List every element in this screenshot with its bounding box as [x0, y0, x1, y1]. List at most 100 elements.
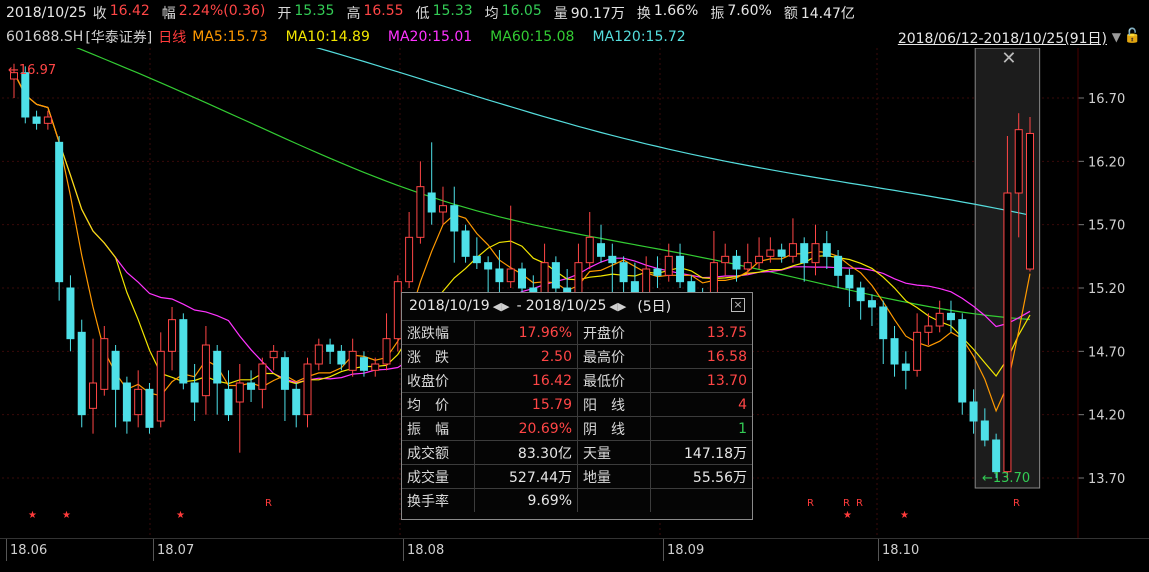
end-step-icon[interactable]: ◀▶ [609, 300, 626, 313]
signal-marker: R [807, 498, 814, 509]
candle-body [845, 274, 854, 289]
stats-key: 涨跌幅 [402, 320, 475, 345]
popup-header: 2018/10/19 ◀▶ - 2018/10/25 ◀▶ (5日) [409, 298, 672, 315]
candle-body [800, 243, 809, 264]
stats-key: 最低价 [577, 368, 651, 393]
stats-key: 振 幅 [402, 416, 475, 441]
stats-row: 涨 跌 2.50 最高价 16.58 [402, 344, 752, 369]
candle-body [190, 382, 199, 403]
stats-key: 换手率 [402, 488, 475, 512]
candle-body [642, 268, 651, 295]
candle-body [314, 344, 323, 365]
candle-body [924, 325, 933, 333]
candle-body [935, 312, 944, 327]
candle-body [427, 192, 436, 213]
candle-body [359, 357, 368, 371]
stats-key: 涨 跌 [402, 344, 475, 369]
candle-body [438, 205, 447, 213]
candle-body [1014, 129, 1023, 194]
low-value: 15.33 [432, 3, 473, 19]
y-tick-label: 14.70 [1088, 345, 1125, 360]
amplitude-value: 7.60% [727, 3, 772, 19]
candle-body [879, 306, 888, 340]
candle-body [834, 255, 843, 276]
signal-marker: ★ [28, 510, 37, 521]
candle-body [676, 255, 685, 283]
ma60-legend: MA60:15.08 [490, 29, 575, 45]
popup-days: (5日) [637, 299, 672, 315]
candle-body [890, 338, 899, 365]
stats-value: 13.70 [650, 368, 752, 393]
stats-value: 9.69% [474, 488, 578, 512]
avg-value: 16.05 [501, 3, 542, 19]
stats-value: 20.69% [474, 416, 578, 441]
stats-key: 地量 [577, 464, 651, 489]
avg-label: 均 [484, 6, 499, 22]
signal-marker: ★ [62, 510, 71, 521]
open-value: 15.35 [294, 3, 335, 19]
high-value: 16.55 [363, 3, 404, 19]
candle-body [145, 388, 154, 428]
x-label: 18.06 [5, 539, 48, 561]
amplitude-label: 振 [710, 6, 725, 22]
candle-body [303, 363, 312, 416]
candle-body [766, 249, 775, 257]
y-tick-label: 16.20 [1088, 155, 1125, 170]
candle-body [32, 116, 41, 124]
stats-value: 16.58 [650, 344, 752, 369]
candle-body [89, 382, 98, 409]
candle-body [247, 382, 256, 390]
stats-value [650, 488, 752, 512]
lock-icon[interactable]: 🔓 [1124, 28, 1141, 44]
low-label: 低 [415, 6, 430, 22]
candle-body [619, 262, 628, 283]
candle-body [326, 344, 335, 352]
candle-body [156, 350, 165, 422]
candle-body [472, 255, 481, 264]
candle-body [168, 319, 177, 352]
close-icon[interactable]: × [731, 298, 745, 312]
close-label: 收 [92, 6, 107, 22]
x-axis: 18.06 18.07 18.08 18.09 18.10 [0, 538, 1149, 563]
candle-body [201, 344, 210, 397]
candle-body [111, 350, 120, 390]
candle-body [506, 268, 515, 283]
stats-row: 换手率 9.69% [402, 488, 752, 512]
max-price-marker: ←16.97 [8, 63, 56, 78]
candle-body [721, 255, 730, 264]
candle-body [653, 268, 662, 276]
candle-body [258, 363, 267, 390]
candle-body [100, 338, 109, 390]
y-tick-label: 13.70 [1088, 472, 1125, 487]
candle-body [43, 116, 52, 124]
stats-value: 17.96% [474, 320, 578, 345]
stats-row: 成交量 527.44万 地量 55.56万 [402, 464, 752, 489]
caret-down-icon[interactable]: ▼ [1112, 30, 1121, 44]
candle-body [901, 363, 910, 371]
popup-end-date: 2018/10/25 [525, 298, 607, 314]
candle-body [416, 186, 425, 238]
candle-body [269, 350, 278, 359]
popup-start-date: 2018/10/19 [409, 298, 490, 314]
candle-body [755, 255, 764, 264]
candle-body [811, 243, 820, 264]
stats-value: 527.44万 [474, 464, 578, 489]
stock-code: 601688.SH [6, 29, 84, 45]
candle-body [292, 388, 301, 416]
signal-marker: R [1013, 498, 1020, 509]
ma120-line [315, 48, 1031, 216]
timeframe-selector[interactable]: 日线 [158, 27, 186, 47]
signal-marker: ★ [843, 510, 852, 521]
stats-value: 2.50 [474, 344, 578, 369]
candle-body [788, 243, 797, 257]
high-label: 高 [346, 6, 361, 22]
start-step-icon[interactable]: ◀▶ [493, 300, 510, 313]
date-range-selector[interactable]: 2018/06/12-2018/10/25(91日) [898, 28, 1107, 48]
quote-bar: 2018/10/25 收 16.42 幅 2.24%(0.36) 开 15.35 高1… [0, 0, 1149, 26]
candle-body [495, 268, 504, 283]
stats-value: 16.42 [474, 368, 578, 393]
candle-body [980, 420, 989, 441]
amount-value: 14.47亿 [800, 6, 855, 22]
stats-row: 涨跌幅 17.96% 开盘价 13.75 [402, 320, 752, 345]
x-label: 18.07 [152, 539, 195, 561]
